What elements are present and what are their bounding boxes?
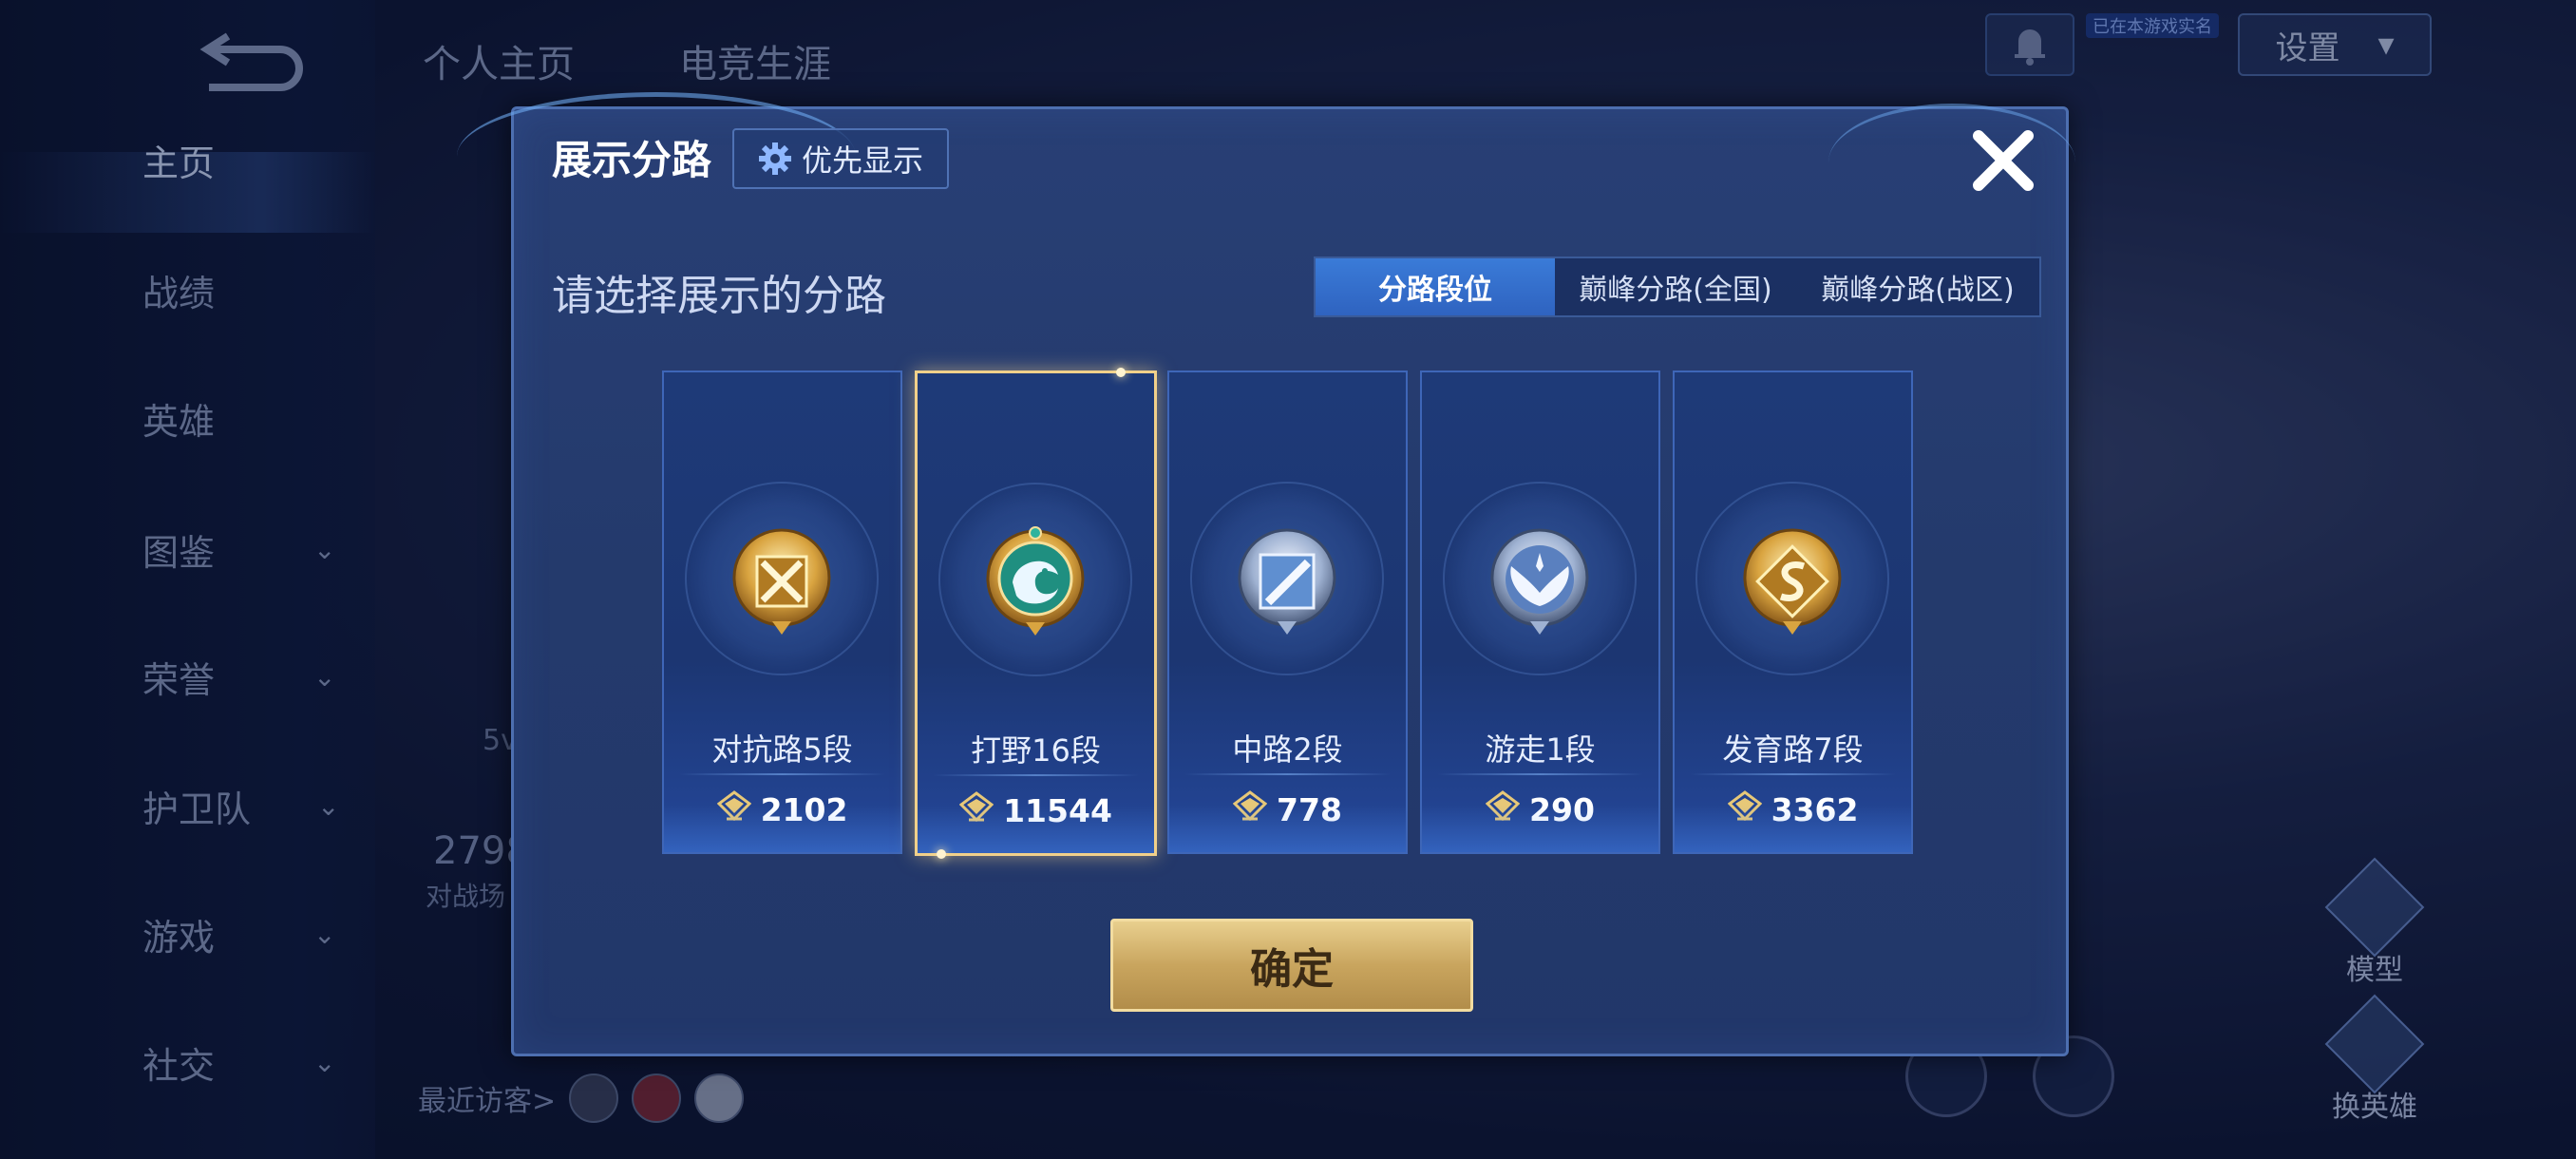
lane-display-dialog: 展示分路 优先显示 请选择展示的分路 分路段位 巅峰分路(全国) 巅峰分路(战区… xyxy=(457,92,2075,1056)
wings-icon xyxy=(1490,528,1589,635)
lane-card[interactable]: 游走1段290 xyxy=(1420,370,1660,854)
lane-card[interactable]: 打野16段11544 xyxy=(915,368,1157,859)
dialog-subtitle: 请选择展示的分路 xyxy=(552,272,886,320)
tab-peak-lane-region[interactable]: 巅峰分路(战区) xyxy=(1796,258,2039,315)
lane-rank-label: 发育路7段 xyxy=(1722,732,1864,768)
divider xyxy=(679,773,885,775)
card-bottom-glow xyxy=(1422,805,1658,852)
divider xyxy=(1690,773,1896,775)
lane-card[interactable]: 中路2段778 xyxy=(1167,370,1408,854)
s-curve-icon xyxy=(1743,528,1842,635)
lane-card[interactable]: 对抗路5段2102 xyxy=(662,370,902,854)
lane-rank-label: 游走1段 xyxy=(1485,732,1596,768)
lane-card[interactable]: 发育路7段3362 xyxy=(1673,370,1913,854)
card-bottom-glow xyxy=(918,806,1154,853)
divider xyxy=(1184,773,1391,775)
crossed-swords-icon xyxy=(732,528,831,635)
tab-peak-lane-national[interactable]: 巅峰分路(全国) xyxy=(1555,258,1796,315)
divider xyxy=(933,774,1139,776)
card-bottom-glow xyxy=(1675,805,1911,852)
tab-lane-rank[interactable]: 分路段位 xyxy=(1316,258,1555,315)
lane-card-list: 对抗路5段2102打野16段11544中路2段778游走1段290发育路7段33… xyxy=(662,368,1954,859)
lane-rank-label: 中路2段 xyxy=(1232,732,1343,768)
lane-rank-label: 打野16段 xyxy=(971,732,1101,769)
priority-display-label: 优先显示 xyxy=(801,142,923,179)
dragon-icon xyxy=(986,526,1085,636)
gear-icon xyxy=(758,142,791,175)
card-bottom-glow xyxy=(1169,805,1406,852)
close-icon[interactable] xyxy=(1965,123,2041,199)
lane-rank-label: 对抗路5段 xyxy=(711,732,853,768)
divider xyxy=(1437,773,1643,775)
selected-corner-dot xyxy=(1116,368,1126,377)
selected-corner-dot xyxy=(937,849,946,859)
priority-display-button[interactable]: 优先显示 xyxy=(732,128,949,189)
confirm-button[interactable]: 确定 xyxy=(1110,919,1473,1012)
card-bottom-glow xyxy=(664,805,900,852)
dialog-title: 展示分路 xyxy=(552,137,712,183)
mid-slash-icon xyxy=(1238,528,1336,635)
lane-type-tabs: 分路段位 巅峰分路(全国) 巅峰分路(战区) xyxy=(1314,256,2041,317)
